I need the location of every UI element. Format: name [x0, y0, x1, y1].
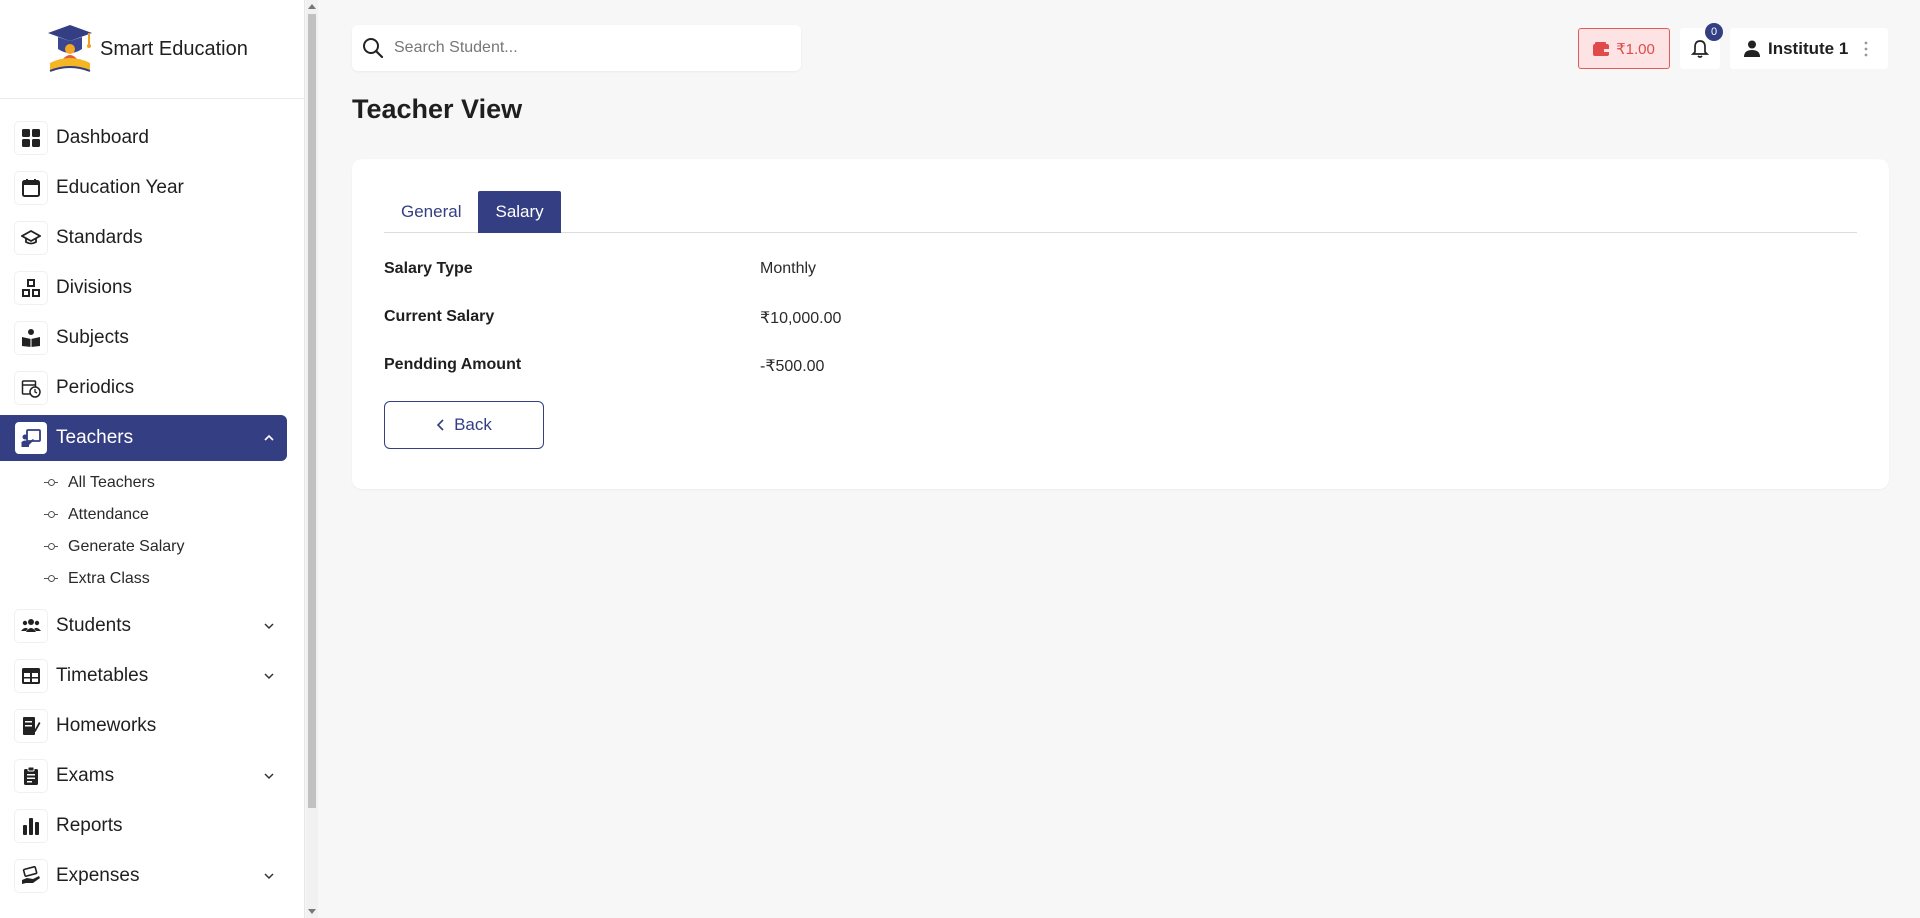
tab-bar: General Salary: [384, 191, 1857, 233]
clipboard-list-icon: [15, 760, 47, 792]
hand-money-icon: [15, 860, 47, 892]
chalkboard-teacher-icon: [15, 422, 47, 454]
submenu-item-attendance[interactable]: Attendance: [44, 499, 304, 531]
sidebar-item-expenses[interactable]: Expenses: [0, 853, 287, 899]
submenu-item-extra-class[interactable]: Extra Class: [44, 563, 304, 595]
user-menu[interactable]: Institute 1: [1730, 28, 1888, 69]
scroll-down-arrow-icon[interactable]: [308, 909, 316, 914]
sidebar-item-education-year[interactable]: Education Year: [0, 165, 287, 211]
user-icon: [1744, 40, 1760, 57]
bullet-icon: [44, 511, 58, 519]
sidebar-item-homeworks[interactable]: Homeworks: [0, 703, 287, 749]
field-value: ₹10,000.00: [760, 310, 842, 327]
sidebar-item-label: Education Year: [56, 177, 184, 198]
sidebar-item-teachers[interactable]: Teachers: [0, 415, 287, 461]
wallet-icon: [1593, 41, 1610, 56]
sidebar-item-label: Reports: [56, 815, 123, 836]
field-row-current-salary: Current Salary ₹10,000.00: [384, 308, 841, 328]
field-label: Salary Type: [384, 260, 473, 277]
back-button[interactable]: Back: [384, 401, 544, 449]
scrollbar-thumb[interactable]: [308, 14, 316, 808]
field-value: -₹500.00: [760, 358, 825, 375]
user-name: Institute 1: [1768, 38, 1849, 58]
search-icon: [363, 38, 384, 59]
scroll-up-arrow-icon[interactable]: [308, 4, 316, 9]
sidebar-item-label: Homeworks: [56, 715, 157, 736]
sidebar-item-divisions[interactable]: Divisions: [0, 265, 287, 311]
sidebar-item-label: Students: [56, 615, 131, 636]
sidebar-nav: Dashboard Education Year Standards Divis…: [0, 99, 304, 899]
teacher-view-card: General Salary Salary Type Monthly Curre…: [352, 159, 1889, 489]
sidebar: Smart Education Dashboard Education Year…: [0, 0, 305, 918]
bell-icon: [1690, 39, 1710, 58]
abc-blocks-icon: [15, 272, 47, 304]
field-value: Monthly: [760, 260, 817, 277]
calendar-icon: [15, 172, 47, 204]
chevron-down-icon: [264, 873, 274, 880]
bullet-icon: [44, 543, 58, 551]
book-reader-icon: [15, 322, 47, 354]
search-input[interactable]: [394, 39, 784, 57]
page-title: Teacher View: [352, 94, 523, 124]
submenu-item-all-teachers[interactable]: All Teachers: [44, 467, 304, 499]
sidebar-item-reports[interactable]: Reports: [0, 803, 287, 849]
sidebar-item-subjects[interactable]: Subjects: [0, 315, 287, 361]
sidebar-item-dashboard[interactable]: Dashboard: [0, 115, 287, 161]
brand-name: Smart Education: [100, 37, 248, 60]
tab-general[interactable]: General: [384, 191, 478, 233]
teachers-submenu: All Teachers Attendance Generate Salary …: [0, 465, 304, 603]
brand[interactable]: Smart Education: [0, 0, 304, 99]
field-row-salary-type: Salary Type Monthly: [384, 260, 816, 278]
tab-salary[interactable]: Salary: [478, 191, 561, 233]
sidebar-item-label: Subjects: [56, 327, 129, 348]
submenu-label: Attendance: [68, 506, 149, 523]
sidebar-item-label: Timetables: [56, 665, 149, 686]
notification-badge: 0: [1705, 23, 1723, 41]
chevron-down-icon: [264, 773, 274, 780]
search-bar[interactable]: [352, 25, 801, 71]
submenu-label: Extra Class: [68, 570, 150, 587]
grid-icon: [15, 122, 47, 154]
sidebar-item-label: Standards: [56, 227, 143, 248]
submenu-item-generate-salary[interactable]: Generate Salary: [44, 531, 304, 563]
sidebar-item-standards[interactable]: Standards: [0, 215, 287, 261]
calendar-clock-icon: [15, 372, 47, 404]
submenu-label: Generate Salary: [68, 538, 185, 555]
sidebar-item-label: Periodics: [56, 377, 135, 398]
logo-icon: [48, 25, 92, 72]
sidebar-item-periodics[interactable]: Periodics: [0, 365, 287, 411]
sidebar-item-timetables[interactable]: Timetables: [0, 653, 287, 699]
sidebar-item-label: Exams: [56, 765, 115, 786]
users-icon: [15, 610, 47, 642]
field-label: Pendding Amount: [384, 356, 522, 373]
wallet-button[interactable]: ₹1.00: [1578, 28, 1670, 69]
bullet-icon: [44, 575, 58, 583]
sidebar-item-label: Divisions: [56, 277, 133, 298]
chevron-down-icon: [264, 623, 274, 630]
back-label: Back: [454, 415, 492, 434]
sidebar-item-label: Expenses: [56, 865, 140, 886]
sidebar-scrollbar[interactable]: [306, 0, 318, 918]
more-vertical-icon[interactable]: [1864, 41, 1868, 57]
wallet-amount: ₹1.00: [1616, 40, 1655, 58]
field-row-pending-amount: Pendding Amount -₹500.00: [384, 356, 824, 376]
sidebar-item-exams[interactable]: Exams: [0, 753, 287, 799]
bar-chart-icon: [15, 810, 47, 842]
submenu-label: All Teachers: [68, 474, 155, 491]
table-icon: [15, 660, 47, 692]
chevron-up-icon: [264, 434, 274, 441]
chevron-left-icon: [436, 419, 444, 431]
sidebar-item-students[interactable]: Students: [0, 603, 287, 649]
field-label: Current Salary: [384, 308, 495, 325]
sidebar-item-label: Dashboard: [56, 127, 149, 148]
graduation-cap-icon: [15, 222, 47, 254]
chevron-down-icon: [264, 673, 274, 680]
bullet-icon: [44, 479, 58, 487]
notebook-pen-icon: [15, 710, 47, 742]
sidebar-item-label: Teachers: [56, 427, 134, 448]
